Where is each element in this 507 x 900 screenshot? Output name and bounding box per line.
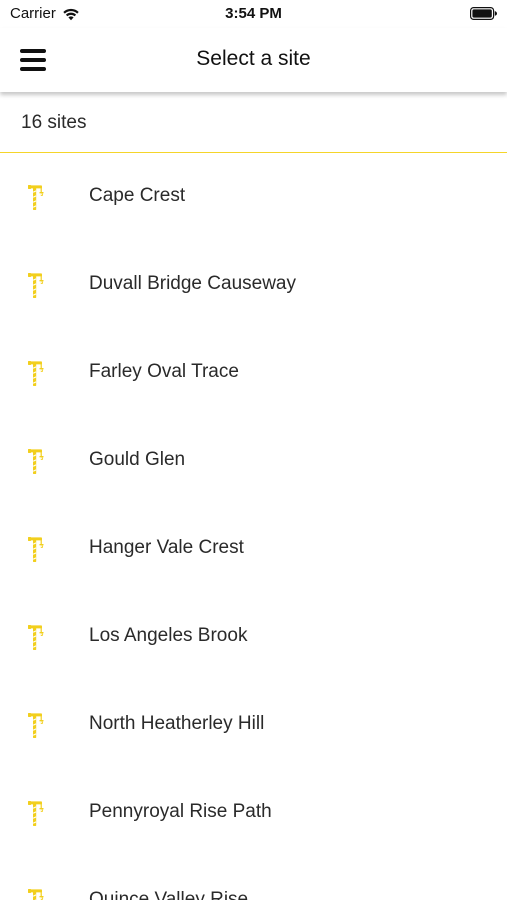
crane-icon <box>28 801 44 826</box>
site-count-label: 16 sites <box>21 112 87 133</box>
site-list-item[interactable]: North Heatherley Hill <box>0 681 507 769</box>
site-name: Quince Valley Rise <box>89 889 249 900</box>
site-list-item[interactable]: Cape Crest <box>0 153 507 241</box>
crane-icon <box>28 537 44 562</box>
battery-icon <box>470 7 497 20</box>
site-name: Duvall Bridge Causeway <box>89 273 296 294</box>
site-name: Pennyroyal Rise Path <box>89 801 272 822</box>
site-name: Cape Crest <box>89 185 186 206</box>
app-screen: Carrier 3:54 PM Select a site 16 sites C… <box>0 0 507 900</box>
site-list-item[interactable]: Pennyroyal Rise Path <box>0 769 507 857</box>
status-time: 3:54 PM <box>225 5 282 22</box>
crane-icon <box>28 273 44 298</box>
site-name: North Heatherley Hill <box>89 713 265 734</box>
site-list: Cape Crest Duvall Bridge Causeway Farley… <box>0 153 507 900</box>
site-name: Los Angeles Brook <box>89 625 248 646</box>
crane-icon <box>28 361 44 386</box>
site-list-item[interactable]: Farley Oval Trace <box>0 329 507 417</box>
site-list-item[interactable]: Duvall Bridge Causeway <box>0 241 507 329</box>
crane-icon <box>28 449 44 474</box>
crane-icon <box>28 713 44 738</box>
status-bar: Carrier 3:54 PM <box>0 0 507 28</box>
navigation-bar: Select a site <box>0 28 507 92</box>
list-header: 16 sites <box>0 92 507 153</box>
page-title: Select a site <box>196 47 311 70</box>
site-list-item[interactable]: Quince Valley Rise <box>0 857 507 900</box>
site-list-item[interactable]: Hanger Vale Crest <box>0 505 507 593</box>
crane-icon <box>28 185 44 210</box>
site-name: Hanger Vale Crest <box>89 537 244 558</box>
crane-icon <box>28 889 44 900</box>
site-list-item[interactable]: Los Angeles Brook <box>0 593 507 681</box>
site-name: Farley Oval Trace <box>89 361 239 382</box>
site-name: Gould Glen <box>89 449 186 470</box>
crane-icon <box>28 625 44 650</box>
site-list-item[interactable]: Gould Glen <box>0 417 507 505</box>
